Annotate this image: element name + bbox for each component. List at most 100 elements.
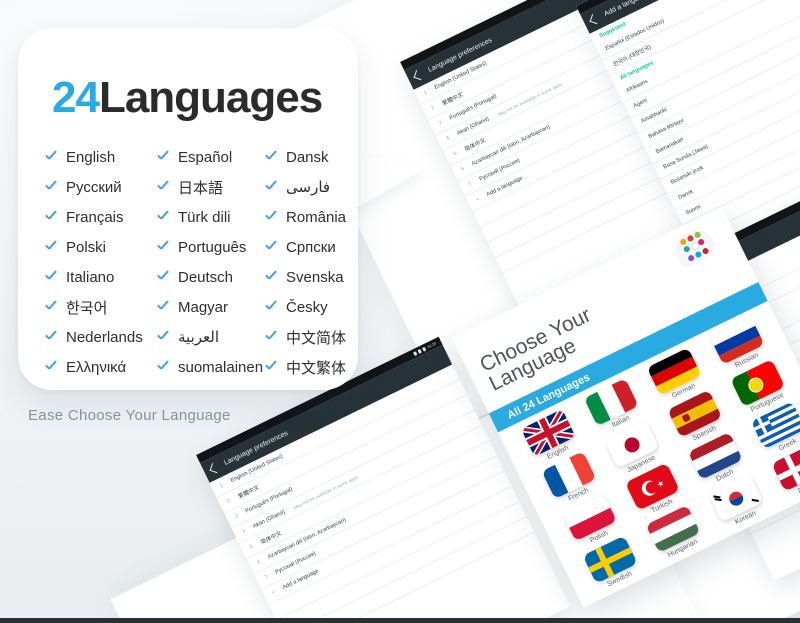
- back-arrow-icon[interactable]: [413, 70, 424, 81]
- language-item: Türk dili: [156, 202, 264, 232]
- language-item: Česky: [264, 292, 356, 322]
- row-index: 6: [460, 166, 466, 173]
- language-label: Ελληνικά: [66, 358, 127, 376]
- row-label: Agem: [632, 97, 649, 110]
- language-item: Español: [156, 142, 264, 172]
- page-title: 24Languages: [52, 73, 323, 122]
- language-label: العربية: [178, 329, 219, 346]
- check-icon: [156, 180, 171, 195]
- language-item: Polski: [44, 232, 156, 262]
- check-icon: [44, 150, 59, 165]
- check-icon: [264, 360, 279, 375]
- check-icon: [156, 240, 171, 255]
- check-icon: [44, 360, 59, 375]
- check-icon: [156, 210, 171, 225]
- language-label: Polski: [66, 238, 107, 256]
- check-icon: [264, 150, 279, 165]
- language-label: Português: [178, 238, 247, 256]
- row-index: 2: [430, 104, 436, 112]
- check-icon: [156, 330, 171, 345]
- language-item: Ελληνικά: [44, 352, 156, 382]
- language-label: România: [286, 208, 347, 226]
- language-checklist: English Español Dansk Русский 日本語 فارسی …: [44, 142, 346, 382]
- language-label: Nederlands: [66, 328, 143, 346]
- language-item: 中文繁体: [264, 352, 356, 382]
- check-icon: [156, 360, 171, 375]
- languages-callout-card: 24Languages English Español Dansk Русски…: [18, 28, 358, 390]
- language-label: English: [66, 148, 116, 166]
- wifi-icon: [417, 348, 422, 354]
- signal-icon: [412, 350, 418, 356]
- row-label: Dansk: [677, 188, 695, 202]
- language-label: فارسی: [286, 179, 331, 196]
- check-icon: [264, 240, 279, 255]
- check-icon: [44, 300, 59, 315]
- language-label: Русский: [66, 178, 122, 196]
- check-icon: [264, 270, 279, 285]
- row-index: 4: [241, 528, 247, 536]
- check-icon: [264, 300, 279, 315]
- language-label: 한국어: [66, 299, 108, 317]
- row-index: 5: [248, 543, 254, 551]
- language-label: Dansk: [286, 148, 329, 166]
- check-icon: [264, 180, 279, 195]
- language-item: 中文简体: [264, 322, 356, 352]
- row-label: Suomi: [684, 204, 702, 217]
- row-index: 4: [445, 135, 451, 143]
- check-icon: [156, 270, 171, 285]
- language-item: Nederlands: [44, 322, 156, 352]
- check-icon: [44, 240, 59, 255]
- language-item: Français: [44, 202, 156, 232]
- language-label: Español: [178, 148, 233, 166]
- row-index: 7: [263, 574, 269, 581]
- check-icon: [44, 210, 59, 225]
- language-item: Deutsch: [156, 262, 264, 292]
- language-item: Dansk: [264, 142, 356, 172]
- speech-bubble-dots-logo: [669, 223, 720, 270]
- language-item: Svenska: [264, 262, 356, 292]
- back-arrow-icon[interactable]: [209, 463, 220, 474]
- poster-canvas: 01:20 Language preferences 1English (Uni…: [0, 0, 800, 623]
- language-label: Svenska: [286, 268, 344, 286]
- row-index: 2: [226, 497, 232, 505]
- plus-icon: +: [271, 589, 277, 597]
- language-item: Magyar: [156, 292, 264, 322]
- language-label: 中文繁体: [286, 359, 347, 377]
- check-icon: [264, 330, 279, 345]
- language-item: 日本語: [156, 172, 264, 202]
- plus-icon: +: [475, 196, 481, 204]
- language-label: 中文简体: [286, 329, 347, 347]
- language-item: Português: [156, 232, 264, 262]
- language-label: suomalainen: [178, 358, 264, 376]
- language-label: Magyar: [178, 298, 229, 316]
- language-label: Српски: [286, 238, 336, 256]
- language-label: Français: [66, 208, 124, 226]
- row-index: 3: [233, 513, 240, 520]
- language-item: suomalainen: [156, 352, 264, 382]
- check-icon: [156, 300, 171, 315]
- language-item: English: [44, 142, 156, 172]
- language-item: العربية: [156, 322, 264, 352]
- caption-text: Ease Choose Your Language: [28, 407, 231, 424]
- language-label: Deutsch: [178, 268, 234, 286]
- row-index: 1: [218, 482, 225, 490]
- language-label: Italiano: [66, 268, 115, 286]
- back-arrow-icon[interactable]: [589, 14, 600, 25]
- language-item: 한국어: [44, 292, 156, 322]
- language-label: Türk dili: [178, 208, 231, 226]
- page-title-text: Languages: [98, 73, 323, 122]
- language-item: فارسی: [264, 172, 356, 202]
- language-item: România: [264, 202, 356, 232]
- language-label: 日本語: [178, 179, 224, 197]
- row-index: 7: [467, 181, 473, 188]
- logo-dot-grid: [679, 230, 710, 263]
- check-icon: [44, 180, 59, 195]
- battery-icon: [421, 346, 427, 352]
- check-icon: [44, 270, 59, 285]
- check-icon: [156, 150, 171, 165]
- bottom-strip: [0, 618, 800, 623]
- check-icon: [44, 330, 59, 345]
- language-count: 24: [52, 73, 100, 122]
- language-item: Русский: [44, 172, 156, 202]
- row-index: 3: [437, 120, 444, 127]
